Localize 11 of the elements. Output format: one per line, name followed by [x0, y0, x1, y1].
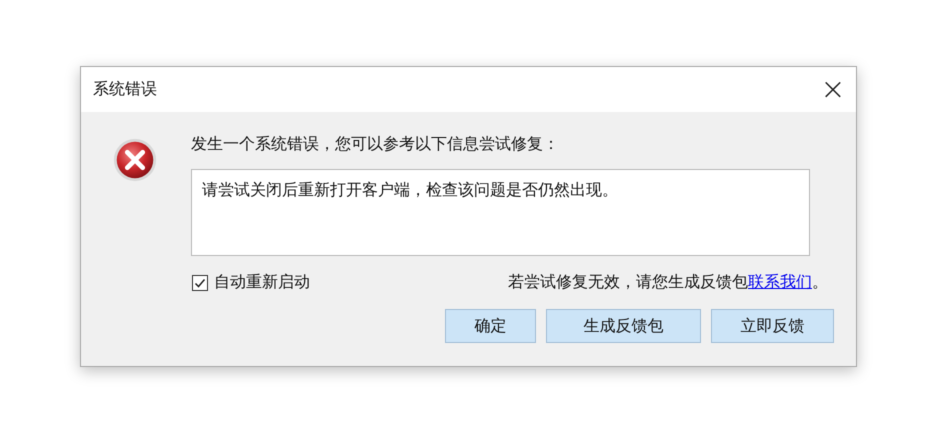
dialog-button[interactable]: 生成反馈包: [546, 309, 701, 343]
window-title: 系统错误: [93, 79, 157, 100]
dialog-button[interactable]: 确定: [445, 309, 536, 343]
hint-text: 若尝试修复无效，请您生成反馈包联系我们。: [508, 272, 828, 293]
error-message: 发生一个系统错误，您可以参考以下信息尝试修复：: [191, 134, 560, 155]
close-button[interactable]: ×: [810, 68, 856, 112]
details-field[interactable]: 请尝试关闭后重新打开客户端，检查该问题是否仍然出现。: [191, 169, 810, 256]
auto-restart-checkbox[interactable]: 自动重新启动: [192, 272, 310, 293]
error-icon: [111, 136, 159, 184]
contact-link[interactable]: 联系我们: [748, 272, 812, 291]
dialog-button[interactable]: 立即反馈: [711, 309, 834, 343]
